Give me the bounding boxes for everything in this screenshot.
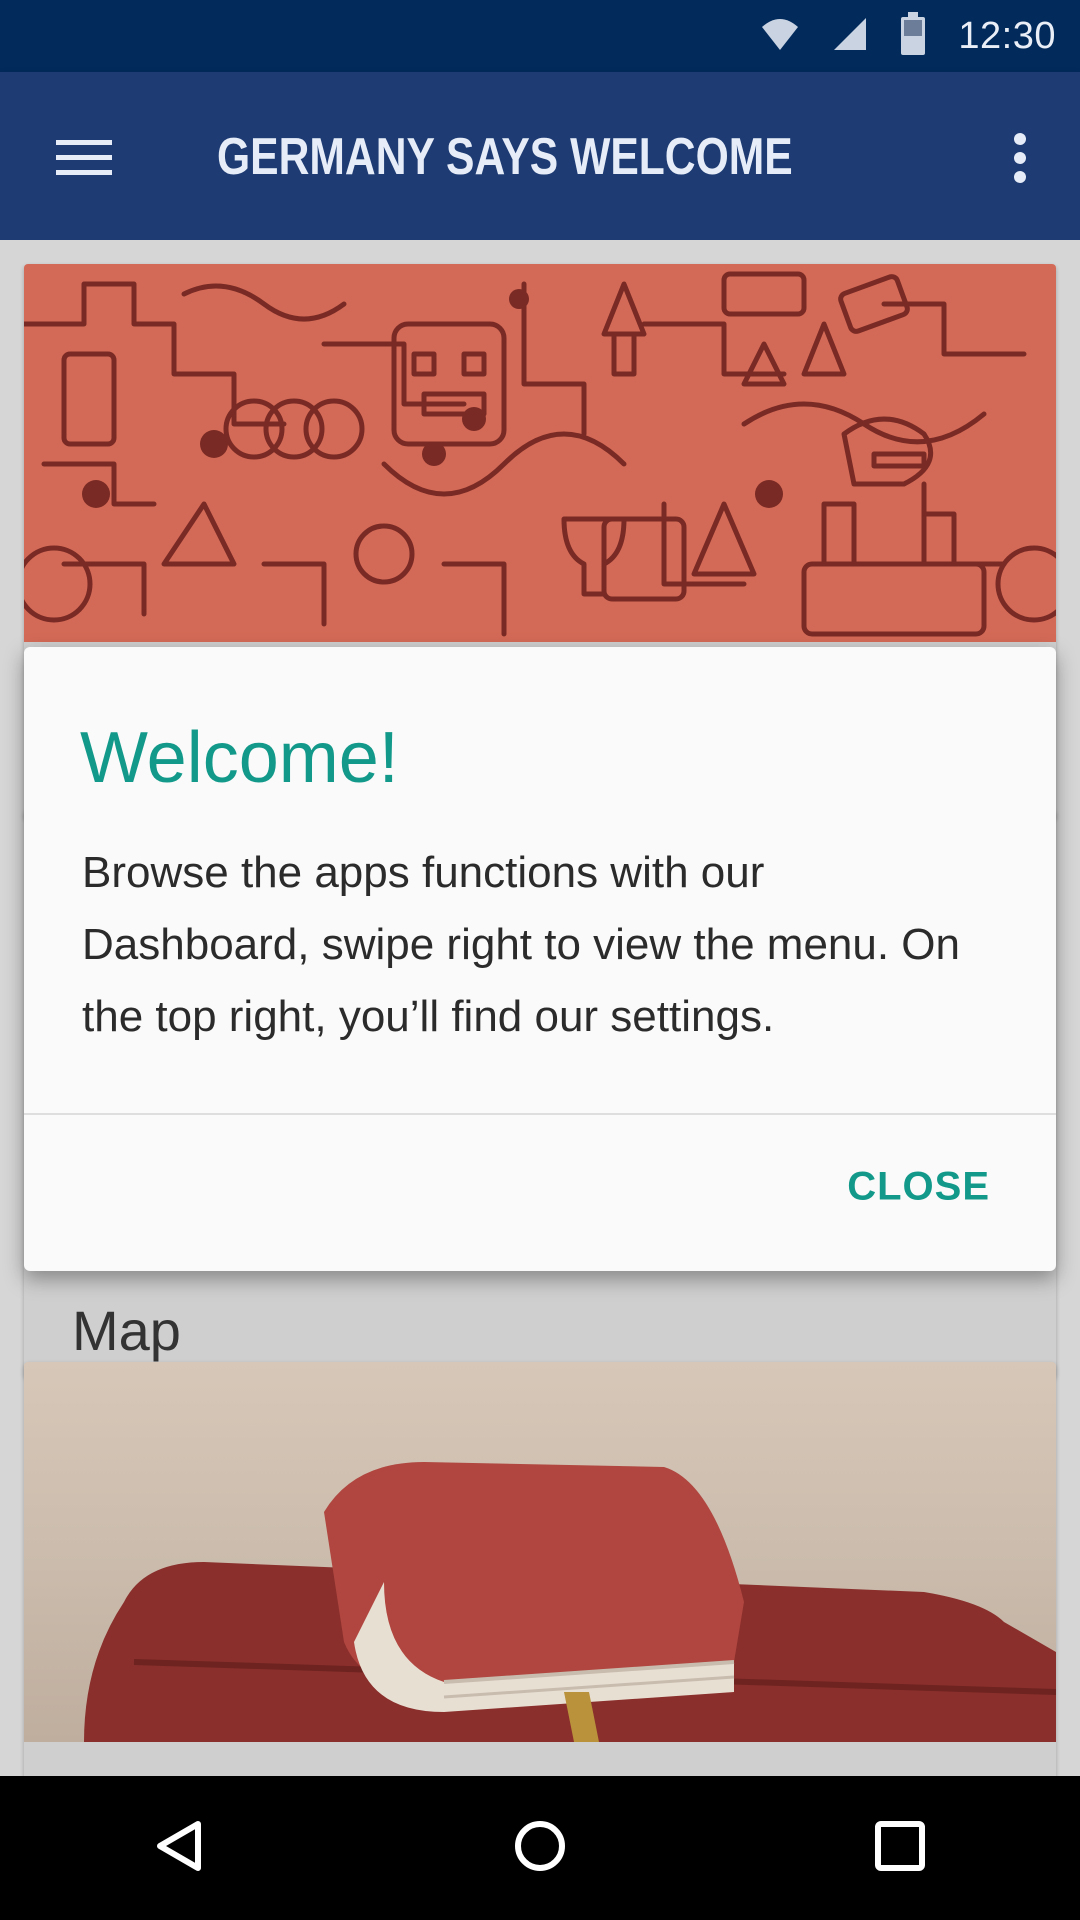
- close-button[interactable]: CLOSE: [829, 1155, 1008, 1220]
- home-button[interactable]: [480, 1788, 600, 1908]
- system-navigation-bar: [0, 1776, 1080, 1920]
- dashboard-card-3[interactable]: [24, 1362, 1056, 1776]
- status-bar: 12:30: [0, 0, 1080, 72]
- dialog-title: Welcome!: [80, 718, 399, 798]
- hamburger-menu-icon: [56, 138, 112, 182]
- cell-signal-icon: [832, 17, 868, 55]
- book-image: [24, 1362, 1056, 1742]
- app-title: GERMANY SAYS WELCOME: [217, 128, 793, 186]
- status-icons: 12:30: [760, 0, 1056, 72]
- battery-icon: [900, 12, 926, 60]
- wifi-icon: [760, 17, 800, 55]
- recents-icon: [870, 1816, 930, 1880]
- menu-button[interactable]: [36, 112, 132, 208]
- dialog-body-text: Browse the apps functions with our Dashb…: [82, 848, 961, 1041]
- overflow-menu-button[interactable]: [984, 112, 1056, 208]
- app-bar: GERMANY SAYS WELCOME: [0, 72, 1080, 240]
- back-icon: [150, 1816, 210, 1880]
- welcome-dialog: Welcome! Browse the apps functions with …: [24, 647, 1056, 1271]
- dialog-divider: [24, 1113, 1056, 1115]
- doodle-pattern-image: [24, 264, 1056, 642]
- back-button[interactable]: [120, 1788, 240, 1908]
- recents-button[interactable]: [840, 1788, 960, 1908]
- more-vertical-icon: [1012, 133, 1028, 187]
- card-label-map: Map: [72, 1299, 181, 1362]
- home-icon: [510, 1816, 570, 1880]
- status-time: 12:30: [958, 14, 1056, 57]
